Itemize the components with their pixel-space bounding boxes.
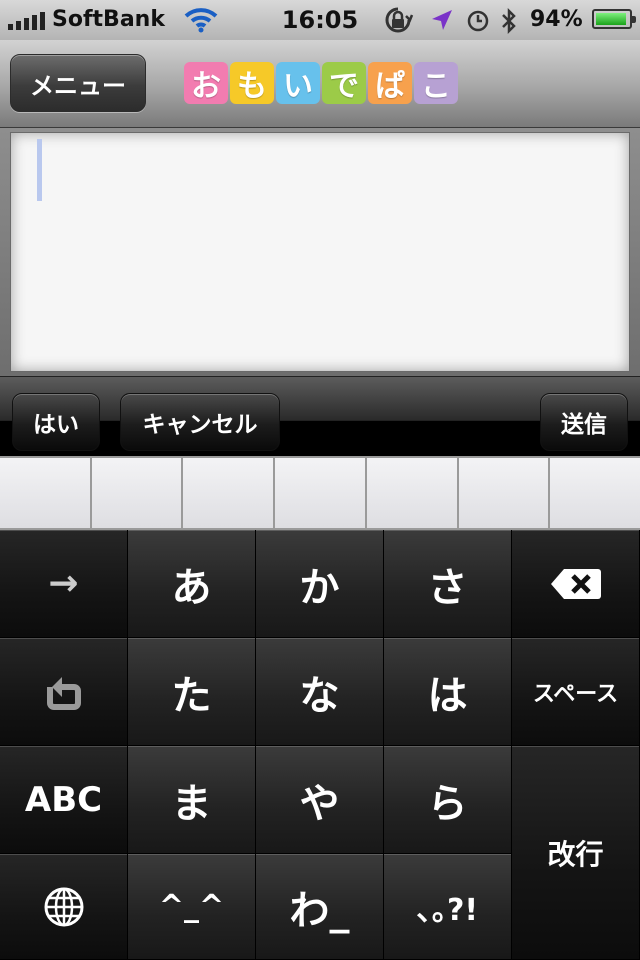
rotation-lock-icon [385,7,414,33]
return-key[interactable]: 改行 [512,746,640,960]
app-logo: おもいでぱこ [184,62,458,104]
alarm-clock-icon [467,10,489,32]
kaomoji-key[interactable]: ^_^ [128,854,256,960]
key-ya[interactable]: や [256,746,384,854]
key-ka[interactable]: か [256,530,384,638]
location-arrow-icon [432,10,452,30]
key-ma[interactable]: ま [128,746,256,854]
backspace-icon [550,568,601,599]
send-button[interactable]: 送信 [540,393,628,451]
candidate-slot[interactable] [183,458,274,528]
logo-tile: お [184,62,228,104]
candidate-slot[interactable] [550,458,640,528]
battery-percent: 94% [530,7,583,32]
cancel-button[interactable]: キャンセル [120,393,280,451]
editor-panel [0,128,640,376]
logo-tile: で [322,62,366,104]
key-wa[interactable]: わ_ [256,854,384,960]
conversion-candidate-bar [0,456,640,530]
candidate-slot[interactable] [458,458,549,528]
undo-key[interactable] [0,638,128,746]
yes-button[interactable]: はい [12,393,100,451]
arrow-key[interactable]: → [0,530,128,638]
menu-button[interactable]: メニュー [10,54,146,112]
key-sa[interactable]: さ [384,530,512,638]
text-caret [37,139,42,201]
logo-tile: ぱ [368,62,412,104]
key-ta[interactable]: た [128,638,256,746]
battery-fill [596,13,627,25]
input-toolbar: はい キャンセル 送信 [0,376,640,456]
space-key[interactable]: スペース [512,638,640,746]
key-a[interactable]: あ [128,530,256,638]
abc-mode-key[interactable]: ABC [0,746,128,854]
navigation-bar: メニュー おもいでぱこ [0,40,640,128]
kana-keyboard: → あ か さ た な は スペース ABC ま や ら 改行 ^_^ わ_ ､… [0,530,640,960]
key-na[interactable]: な [256,638,384,746]
backspace-key[interactable] [512,530,640,638]
bluetooth-icon [502,7,516,35]
punctuation-key[interactable]: ､｡?! [384,854,512,960]
candidate-slot[interactable] [91,458,182,528]
key-ha[interactable]: は [384,638,512,746]
message-text-area[interactable] [10,132,630,372]
candidate-slot[interactable] [366,458,457,528]
globe-key[interactable] [0,854,128,960]
logo-tile: こ [414,62,458,104]
key-ra[interactable]: ら [384,746,512,854]
candidate-slot[interactable] [275,458,365,528]
status-bar: SoftBank 16:05 94% [0,0,640,40]
candidate-slot[interactable] [0,458,90,528]
globe-icon [44,887,83,926]
battery-icon [592,9,636,29]
logo-tile: も [230,62,274,104]
logo-tile: い [276,62,320,104]
undo-icon [46,676,81,710]
